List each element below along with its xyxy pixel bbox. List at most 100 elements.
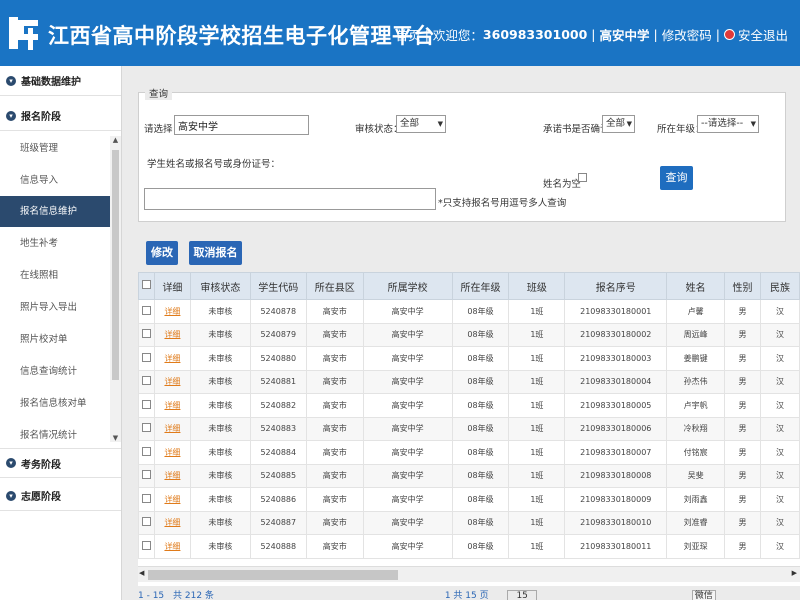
row-select-cell[interactable] (138, 299, 155, 324)
row-checkbox[interactable] (141, 423, 151, 433)
cell-nation: 汉 (760, 393, 800, 418)
wechat-button[interactable]: 微信 (691, 590, 716, 600)
table-row[interactable]: 详细 未审核 5240888 高安市 高安中学 08年级 1班 21098330180011 刘… (138, 534, 800, 559)
row-select-cell[interactable] (138, 440, 155, 465)
table-horizontal-scrollbar[interactable]: ◀ ▶ (138, 566, 800, 582)
sidebar-item-photo-checklist[interactable]: 照片校对单 (0, 324, 110, 355)
table-row[interactable]: 详细 未审核 5240885 高安市 高安中学 08年级 1班 21098330180008 吴… (138, 463, 800, 488)
row-select-cell[interactable] (138, 322, 155, 347)
select-all-header[interactable] (138, 272, 155, 300)
cell-status: 未审核 (189, 510, 251, 535)
edit-button[interactable]: 修改 (146, 241, 178, 265)
detail-link[interactable]: 详细 (164, 307, 180, 316)
table-row[interactable]: 详细 未审核 5240880 高安市 高安中学 08年级 1班 21098330180003 姜… (138, 346, 800, 371)
scroll-down-icon[interactable]: ▼ (110, 434, 121, 442)
sidebar-section-registration[interactable]: ▾ 报名阶段 (0, 101, 121, 131)
sidebar-scrollbar[interactable]: ▲ ▼ (110, 136, 121, 442)
row-checkbox[interactable] (141, 517, 151, 527)
scrollbar-thumb[interactable] (148, 570, 398, 580)
row-select-cell[interactable] (138, 463, 155, 488)
sidebar-item-photo-import-export[interactable]: 照片导入导出 (0, 292, 110, 323)
sidebar-item-registration-checklist[interactable]: 报名信息核对单 (0, 388, 110, 419)
scroll-left-icon[interactable]: ◀ (139, 569, 144, 577)
home-link[interactable]: 首页 (396, 25, 421, 44)
sidebar-section-preference[interactable]: ▾ 志愿阶段 (0, 481, 121, 511)
row-checkbox[interactable] (141, 540, 151, 550)
table-row[interactable]: 详细 未审核 5240881 高安市 高安中学 08年级 1班 21098330180004 孙… (138, 369, 800, 394)
school-input[interactable] (174, 115, 309, 135)
row-checkbox[interactable] (141, 399, 151, 409)
cell-gender: 男 (724, 346, 761, 371)
cell-reg-no: 21098330180003 (564, 346, 668, 371)
pledge-select[interactable]: 全部 ▼ (602, 115, 635, 133)
cancel-registration-button[interactable]: 取消报名 (189, 241, 242, 265)
table-row[interactable]: 详细 未审核 5240879 高安市 高安中学 08年级 1班 21098330180002 周… (138, 322, 800, 347)
cell-name: 孙杰伟 (666, 369, 726, 394)
scroll-right-icon[interactable]: ▶ (792, 569, 797, 577)
sidebar-item-info-import[interactable]: 信息导入 (0, 165, 110, 196)
query-panel: 查询 请选择： 审核状态： 全部 ▼ 承诺书是否确认: 全部 ▼ 所在年级： -… (138, 86, 786, 222)
row-select-cell[interactable] (138, 346, 155, 371)
row-checkbox[interactable] (141, 446, 151, 456)
table-row[interactable]: 详细 未审核 5240878 高安市 高安中学 08年级 1班 21098330180001 卢… (138, 299, 800, 324)
detail-link[interactable]: 详细 (164, 495, 180, 504)
table-row[interactable]: 详细 未审核 5240882 高安市 高安中学 08年级 1班 21098330180005 卢… (138, 393, 800, 418)
cell-reg-no: 21098330180009 (564, 487, 668, 512)
row-select-cell[interactable] (138, 510, 155, 535)
cell-name: 冷秋翔 (666, 416, 726, 441)
row-checkbox[interactable] (141, 305, 151, 315)
grade-select[interactable]: --请选择-- ▼ (697, 115, 759, 133)
detail-link[interactable]: 详细 (164, 354, 180, 363)
detail-link[interactable]: 详细 (164, 448, 180, 457)
nav-separator: | (715, 27, 720, 42)
audit-status-select[interactable]: 全部 ▼ (396, 115, 446, 133)
table-row[interactable]: 详细 未审核 5240886 高安市 高安中学 08年级 1班 21098330180009 刘… (138, 487, 800, 512)
sidebar-section-exam[interactable]: ▾ 考务阶段 (0, 448, 121, 478)
row-select-cell[interactable] (138, 534, 155, 559)
select-all-checkbox[interactable] (141, 280, 151, 289)
table-row[interactable]: 详细 未审核 5240883 高安市 高安中学 08年级 1班 21098330180006 冷… (138, 416, 800, 441)
cell-code: 5240885 (249, 463, 307, 488)
sidebar-item-registration-stats[interactable]: 报名情况统计 (0, 420, 110, 451)
detail-link[interactable]: 详细 (164, 377, 180, 386)
cell-status: 未审核 (189, 534, 251, 559)
cell-school: 高安中学 (362, 369, 453, 394)
detail-link[interactable]: 详细 (164, 330, 180, 339)
cell-gender: 男 (724, 463, 761, 488)
table-row[interactable]: 详细 未审核 5240887 高安市 高安中学 08年级 1班 21098330180010 刘… (138, 510, 800, 535)
sidebar-item-makeup-exam[interactable]: 地生补考 (0, 228, 110, 259)
row-checkbox[interactable] (141, 493, 151, 503)
query-button[interactable]: 查询 (660, 166, 693, 190)
row-checkbox[interactable] (141, 329, 151, 339)
row-select-cell[interactable] (138, 369, 155, 394)
sidebar-item-class-management[interactable]: 班级管理 (0, 133, 110, 164)
scroll-up-icon[interactable]: ▲ (110, 136, 121, 144)
detail-link[interactable]: 详细 (164, 401, 180, 410)
detail-link[interactable]: 详细 (164, 471, 180, 480)
detail-link[interactable]: 详细 (164, 518, 180, 527)
row-select-cell[interactable] (138, 416, 155, 441)
logout-link[interactable]: 安全退出 (738, 25, 788, 44)
sidebar-item-online-photo[interactable]: 在线照相 (0, 260, 110, 291)
cell-code: 5240888 (249, 534, 307, 559)
sidebar-item-registration-maintenance[interactable]: 报名信息维护 (0, 196, 110, 227)
sidebar-section-basic-data[interactable]: ▾ 基础数据维护 (0, 66, 121, 96)
scrollbar-thumb[interactable] (112, 150, 119, 380)
row-select-cell[interactable] (138, 393, 155, 418)
detail-link[interactable]: 详细 (164, 542, 180, 551)
name-empty-checkbox[interactable] (578, 173, 587, 182)
table-row[interactable]: 详细 未审核 5240884 高安市 高安中学 08年级 1班 21098330180007 付… (138, 440, 800, 465)
change-password-link[interactable]: 修改密码 (662, 25, 712, 44)
cell-class: 1班 (508, 440, 566, 465)
sidebar-item-info-query-stats[interactable]: 信息查询统计 (0, 356, 110, 387)
page-size-select[interactable]: 15 (507, 590, 537, 600)
row-checkbox[interactable] (141, 376, 151, 386)
detail-link[interactable]: 详细 (164, 424, 180, 433)
row-checkbox[interactable] (141, 470, 151, 480)
row-checkbox[interactable] (141, 352, 151, 362)
search-input[interactable] (144, 188, 436, 210)
cell-county: 高安市 (305, 322, 364, 347)
cell-nation: 汉 (760, 299, 800, 324)
row-select-cell[interactable] (138, 487, 155, 512)
cell-school: 高安中学 (362, 510, 453, 535)
